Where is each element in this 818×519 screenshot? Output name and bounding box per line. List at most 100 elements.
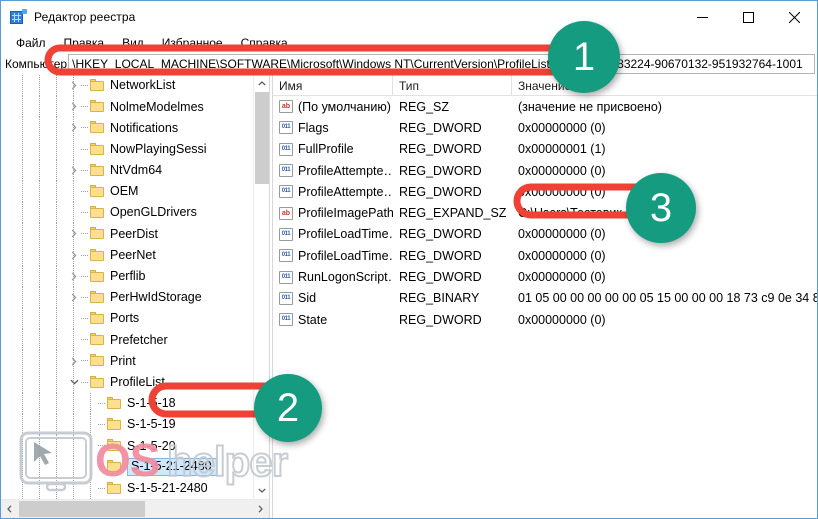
table-row[interactable]: abProfileImagePathREG_EXPAND_SZC:\Users\… bbox=[273, 202, 817, 223]
tree-item[interactable]: PeerDist bbox=[1, 223, 253, 244]
column-header-name[interactable]: Имя bbox=[273, 75, 393, 96]
tree-item[interactable]: Notifications bbox=[1, 117, 253, 138]
registry-values-list[interactable]: ab(По умолчанию)REG_SZ(значение не присв… bbox=[273, 96, 817, 330]
folder-icon bbox=[90, 376, 104, 388]
chevron-right-icon[interactable] bbox=[68, 350, 80, 371]
value-name-label: Flags bbox=[298, 121, 329, 135]
chevron-down-icon[interactable] bbox=[68, 372, 80, 393]
tree-item[interactable]: NetworkList bbox=[1, 75, 253, 96]
tree-item[interactable]: S-1-5-20 bbox=[1, 435, 253, 456]
close-button[interactable] bbox=[771, 1, 817, 33]
value-name-cell: ab(По умолчанию) bbox=[273, 100, 393, 114]
table-row[interactable]: 011ProfileLoadTime…REG_DWORD0x00000000 (… bbox=[273, 224, 817, 245]
tree-item[interactable]: OpenGLDrivers bbox=[1, 202, 253, 223]
chevron-right-icon[interactable] bbox=[68, 117, 80, 138]
tree-indent-guides bbox=[1, 75, 111, 96]
value-name-label: State bbox=[298, 313, 327, 327]
table-row[interactable]: 011SidREG_BINARY01 05 00 00 00 00 00 05 … bbox=[273, 288, 817, 309]
tree-indent-guides bbox=[1, 372, 111, 393]
tree-item[interactable]: Ports bbox=[1, 308, 253, 329]
table-row[interactable]: 011StateREG_DWORD0x00000000 (0) bbox=[273, 309, 817, 330]
tree-item-label: Perflib bbox=[110, 270, 145, 283]
chevron-right-icon[interactable] bbox=[68, 223, 80, 244]
folder-icon bbox=[90, 333, 104, 345]
registry-values-pane: Имя Тип Значение ab(По умолчанию)REG_SZ(… bbox=[273, 75, 817, 518]
annotation-badge-1: 1 bbox=[548, 21, 620, 93]
table-row[interactable]: 011FlagsREG_DWORD0x00000000 (0) bbox=[273, 117, 817, 138]
tree-indent-guides bbox=[1, 223, 111, 244]
tree-item[interactable]: NtVdm64 bbox=[1, 160, 253, 181]
chevron-right-icon[interactable] bbox=[68, 75, 80, 96]
menu-item-favorites[interactable]: Избранное bbox=[153, 35, 232, 51]
menu-item-view[interactable]: Вид bbox=[113, 35, 153, 51]
tree-item[interactable]: ProfileList bbox=[1, 372, 253, 393]
table-row[interactable]: 011ProfileLoadTime…REG_DWORD0x00000000 (… bbox=[273, 245, 817, 266]
tree-scroll-up-icon[interactable] bbox=[254, 75, 269, 92]
value-name-label: ProfileImagePath bbox=[298, 206, 393, 220]
tree-item[interactable]: Print bbox=[1, 350, 253, 371]
value-data-cell: 0x00000001 (1) bbox=[512, 142, 817, 156]
dword-value-icon: 011 bbox=[279, 164, 293, 177]
menu-item-file[interactable]: Файл bbox=[7, 35, 55, 51]
value-name-cell: 011RunLogonScript… bbox=[273, 270, 393, 284]
values-column-header: Имя Тип Значение bbox=[273, 75, 817, 96]
dword-value-icon: 011 bbox=[279, 121, 293, 134]
tree-scroll-right-icon[interactable] bbox=[252, 500, 269, 518]
dword-value-icon: 011 bbox=[279, 313, 293, 326]
chevron-right-icon[interactable] bbox=[68, 245, 80, 266]
menu-bar: Файл Правка Вид Избранное Справка bbox=[1, 33, 817, 53]
folder-icon bbox=[90, 121, 104, 133]
table-row[interactable]: 011RunLogonScript…REG_DWORD0x00000000 (0… bbox=[273, 266, 817, 287]
tree-item-label: NowPlayingSessi bbox=[110, 143, 207, 156]
tree-indent-guides bbox=[1, 160, 111, 181]
maximize-button[interactable] bbox=[725, 1, 771, 33]
minimize-button[interactable] bbox=[679, 1, 725, 33]
dword-value-icon: 011 bbox=[279, 143, 293, 156]
address-bar-input[interactable]: \HKEY_LOCAL_MACHINE\SOFTWARE\Microsoft\W… bbox=[68, 54, 815, 74]
tree-indent-guides bbox=[1, 96, 111, 117]
value-name-label: ProfileAttempte… bbox=[298, 164, 393, 178]
tree-item[interactable]: S-1-5-21-2480 bbox=[1, 456, 253, 477]
tree-item[interactable]: Perflib bbox=[1, 266, 253, 287]
tree-item[interactable]: PerHwIdStorage bbox=[1, 287, 253, 308]
menu-item-edit[interactable]: Правка bbox=[55, 35, 114, 51]
tree-scroll-down-icon[interactable] bbox=[254, 482, 269, 499]
tree-hscroll-thumb[interactable] bbox=[19, 501, 145, 517]
value-name-cell: 011Sid bbox=[273, 291, 393, 305]
table-row[interactable]: 011ProfileAttempte…REG_DWORD0x00000000 (… bbox=[273, 160, 817, 181]
chevron-right-icon[interactable] bbox=[68, 96, 80, 117]
registry-tree[interactable]: NetworkList NolmeModelmes Notifications Now… bbox=[1, 75, 253, 499]
tree-scroll-thumb[interactable] bbox=[255, 92, 269, 184]
tree-item[interactable]: NolmeModelmes bbox=[1, 96, 253, 117]
tree-item[interactable]: OEM bbox=[1, 181, 253, 202]
chevron-right-icon[interactable] bbox=[68, 287, 80, 308]
folder-icon bbox=[90, 143, 104, 155]
folder-icon bbox=[90, 227, 104, 239]
tree-horizontal-scrollbar[interactable] bbox=[1, 499, 269, 518]
value-name-cell: 011FullProfile bbox=[273, 142, 393, 156]
table-row[interactable]: ab(По умолчанию)REG_SZ(значение не присв… bbox=[273, 96, 817, 117]
tree-item-label: ProfileList bbox=[110, 376, 165, 389]
column-header-type[interactable]: Тип bbox=[393, 75, 512, 96]
table-row[interactable]: 011FullProfileREG_DWORD0x00000001 (1) bbox=[273, 139, 817, 160]
table-row[interactable]: 011ProfileAttempte…REG_DWORD0x00000000 (… bbox=[273, 181, 817, 202]
tree-scroll-left-icon[interactable] bbox=[1, 500, 18, 518]
tree-item[interactable]: S-1-5-19 bbox=[1, 414, 253, 435]
tree-indent-guides bbox=[1, 266, 111, 287]
folder-icon bbox=[90, 291, 104, 303]
chevron-right-icon[interactable] bbox=[68, 160, 80, 181]
menu-item-help[interactable]: Справка bbox=[232, 35, 297, 51]
tree-item[interactable]: Prefetcher bbox=[1, 329, 253, 350]
annotation-badge-2: 2 bbox=[254, 374, 322, 442]
tree-vertical-scrollbar[interactable] bbox=[253, 75, 269, 499]
folder-icon bbox=[107, 460, 121, 472]
tree-item-label: S-1-5-20 bbox=[127, 440, 176, 453]
tree-item[interactable]: S-1-5-18 bbox=[1, 393, 253, 414]
tree-item[interactable]: PeerNet bbox=[1, 245, 253, 266]
value-type-cell: REG_BINARY bbox=[393, 291, 512, 305]
tree-item[interactable]: S-1-5-21-2480 bbox=[1, 478, 253, 499]
tree-indent-guides bbox=[1, 308, 111, 329]
tree-item-label: NolmeModelmes bbox=[110, 101, 204, 114]
tree-item[interactable]: NowPlayingSessi bbox=[1, 139, 253, 160]
chevron-right-icon[interactable] bbox=[68, 266, 80, 287]
